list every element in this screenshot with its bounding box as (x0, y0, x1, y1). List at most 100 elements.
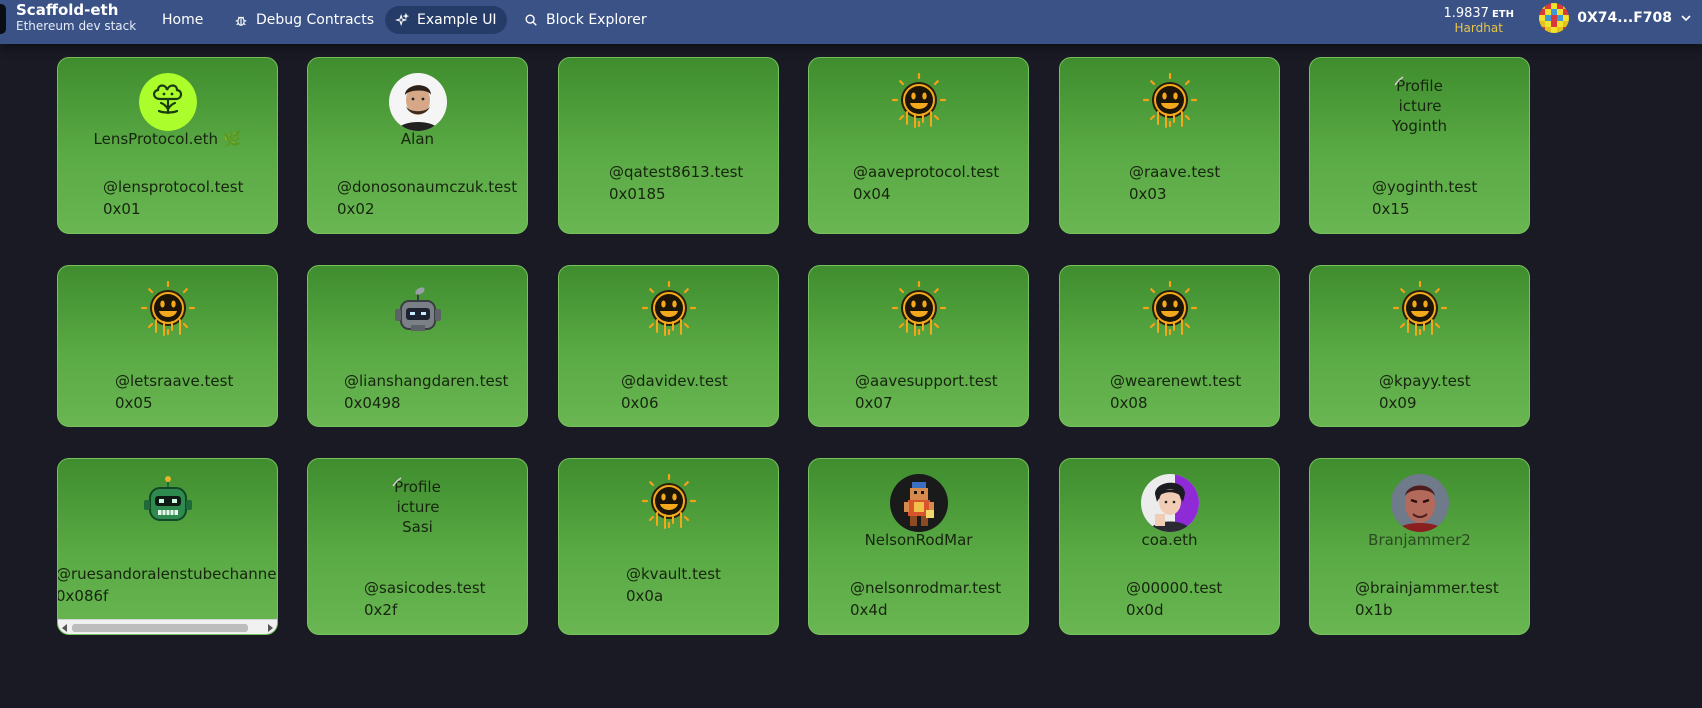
profile-handle: @donosonaumczuk.test (337, 178, 518, 196)
profile-handle: @qatest8613.test (609, 163, 744, 181)
profile-id: 0x09 (1379, 394, 1417, 412)
profile-handle: @nelsonrodmar.test (850, 579, 1002, 597)
logo-icon[interactable] (0, 4, 6, 34)
profile-handle: @lensprotocol.test (103, 178, 244, 196)
profile-handle: @sasicodes.test (364, 579, 486, 597)
aave-ghost-icon (890, 73, 948, 131)
profile-handle: @aaveprotocol.test (853, 163, 1000, 181)
profile-id: 0x04 (853, 185, 891, 203)
lens-icon (138, 73, 197, 131)
profile-handle: @wearenewt.test (1110, 372, 1242, 390)
profile-handle: @raave.test (1129, 163, 1221, 181)
avatar-alt-text: Profile (394, 478, 441, 496)
profile-card[interactable]: @raave.test 0x03 (1059, 57, 1280, 234)
profile-card[interactable]: @davidev.test 0x06 (558, 265, 779, 427)
profile-handle: @lianshangdaren.test (344, 372, 509, 390)
profile-id: 0x06 (621, 394, 659, 412)
profile-id: 0x1b (1355, 601, 1393, 619)
profile-handle: @kpayy.test (1379, 372, 1471, 390)
profile-card[interactable]: Alan @donosonaumczuk.test 0x02 (307, 57, 528, 234)
profile-id: 0x086f (57, 587, 109, 605)
aave-ghost-icon (139, 281, 197, 339)
account-avatar (1539, 3, 1570, 33)
profile-handle: @aavesupport.test (855, 372, 998, 390)
nav-home-link[interactable]: Home (152, 6, 213, 34)
profile-display-name: NelsonRodMar (864, 531, 973, 549)
profile-card[interactable]: Profile picture Sasi @sasicodes.test 0x2f (307, 458, 528, 635)
profile-display-name: Branjammer2 (1368, 531, 1471, 549)
broken-image-icon (392, 477, 402, 487)
profile-handle: @yoginth.test (1372, 178, 1478, 196)
profile-id: 0x4d (850, 601, 888, 619)
pixel-warrior-icon (889, 474, 948, 532)
avatar-alt-text: Sasi (402, 518, 433, 536)
profile-card[interactable]: LensProtocol.eth 🌿 @lensprotocol.test 0x01 (57, 57, 278, 234)
scrollbar-thumb[interactable] (72, 624, 248, 632)
profile-id: 0x05 (115, 394, 153, 412)
profile-card[interactable]: @qatest8613.test 0x0185 (558, 57, 779, 234)
profile-card[interactable]: @ruesandoralenstubechannel.test 0x086f (57, 458, 278, 635)
profile-id: 0x2f (364, 601, 398, 619)
chevron-down-icon (1681, 15, 1691, 22)
avatar (388, 73, 447, 131)
balance-unit: ETH (1491, 9, 1514, 20)
aave-ghost-icon (640, 474, 698, 532)
profile-card[interactable]: @letsraave.test 0x05 (57, 265, 278, 427)
profile-card[interactable]: NelsonRodMar @nelsonrodmar.test 0x4d (808, 458, 1029, 635)
profile-card[interactable]: Profile picture Yoginth @yoginth.test 0x15 (1309, 57, 1530, 234)
profile-id: 0x0d (1126, 601, 1164, 619)
profile-id: 0x03 (1129, 185, 1167, 203)
profile-id: 0x0185 (609, 185, 666, 203)
profile-display-name: coa.eth (1141, 531, 1198, 549)
nav-block-explorer-link[interactable]: Block Explorer (514, 6, 657, 34)
network-name: Hardhat (1454, 21, 1503, 35)
aave-ghost-icon (1141, 73, 1199, 131)
brand-title[interactable]: Scaffold-eth (16, 1, 118, 19)
nav-block-explorer-label: Block Explorer (546, 12, 647, 28)
avatar-alt-text: Profile (1396, 77, 1443, 95)
profile-display-name: Alan (400, 130, 435, 148)
account-dropdown-button[interactable]: 0X74...F708 (1539, 2, 1692, 34)
profile-card[interactable]: @wearenewt.test 0x08 (1059, 265, 1280, 427)
profile-card[interactable]: @kvault.test 0x0a (558, 458, 779, 635)
avatar-alt-text: Yoginth (1392, 117, 1447, 135)
avatar-alt-text: picture (396, 498, 440, 516)
aave-ghost-icon (640, 281, 698, 339)
sparkles-icon (395, 13, 409, 27)
profile-handle: @00000.test (1126, 579, 1223, 597)
horizontal-scrollbar[interactable] (58, 619, 277, 634)
nav-debug-contracts-label: Debug Contracts (256, 12, 375, 28)
profile-card[interactable]: Branjammer2 @brainjammer.test 0x1b (1309, 458, 1530, 635)
profile-card[interactable]: @aavesupport.test 0x07 (808, 265, 1029, 427)
profile-id: 0x02 (337, 200, 375, 218)
wallet-balance[interactable]: 1.9837 ETH Hardhat (1443, 2, 1514, 35)
nav-home-label: Home (162, 12, 204, 28)
profile-display-name: LensProtocol.eth 🌿 (93, 130, 242, 148)
broken-avatar-image: Profile picture Yoginth (1310, 76, 1529, 136)
profile-card[interactable]: @kpayy.test 0x09 (1309, 265, 1530, 427)
balance-value: 1.9837 (1443, 6, 1489, 21)
aave-ghost-icon (1141, 281, 1199, 339)
nav-example-ui-label: Example UI (417, 12, 497, 28)
account-address: 0X74...F708 (1577, 10, 1672, 26)
profile-card[interactable]: coa.eth @00000.test 0x0d (1059, 458, 1280, 635)
broken-image-icon (1394, 76, 1404, 86)
aave-ghost-icon (890, 281, 948, 339)
robot-grey-icon (389, 281, 447, 339)
profile-id: 0x0498 (344, 394, 401, 412)
scroll-left-arrow-icon[interactable] (62, 624, 67, 632)
profile-card[interactable]: @aaveprotocol.test 0x04 (808, 57, 1029, 234)
avatar-alt-text: picture (1398, 97, 1442, 115)
profile-card[interactable]: @lianshangdaren.test 0x0498 (307, 265, 528, 427)
scroll-right-arrow-icon[interactable] (268, 624, 273, 632)
profile-handle: @letsraave.test (115, 372, 234, 390)
aave-ghost-icon (1391, 281, 1449, 339)
fighter-portrait-icon (1390, 474, 1449, 532)
nav-example-ui-tab[interactable]: Example UI (385, 6, 507, 34)
profile-id: 0x08 (1110, 394, 1148, 412)
profile-handle: @ruesandoralenstubechannel.test (57, 565, 277, 583)
brand-subtitle: Ethereum dev stack (16, 19, 137, 33)
profile-id: 0x15 (1372, 200, 1410, 218)
nav-debug-contracts-link[interactable]: Debug Contracts (224, 6, 384, 34)
broken-avatar-image: Profile picture Sasi (308, 477, 527, 537)
